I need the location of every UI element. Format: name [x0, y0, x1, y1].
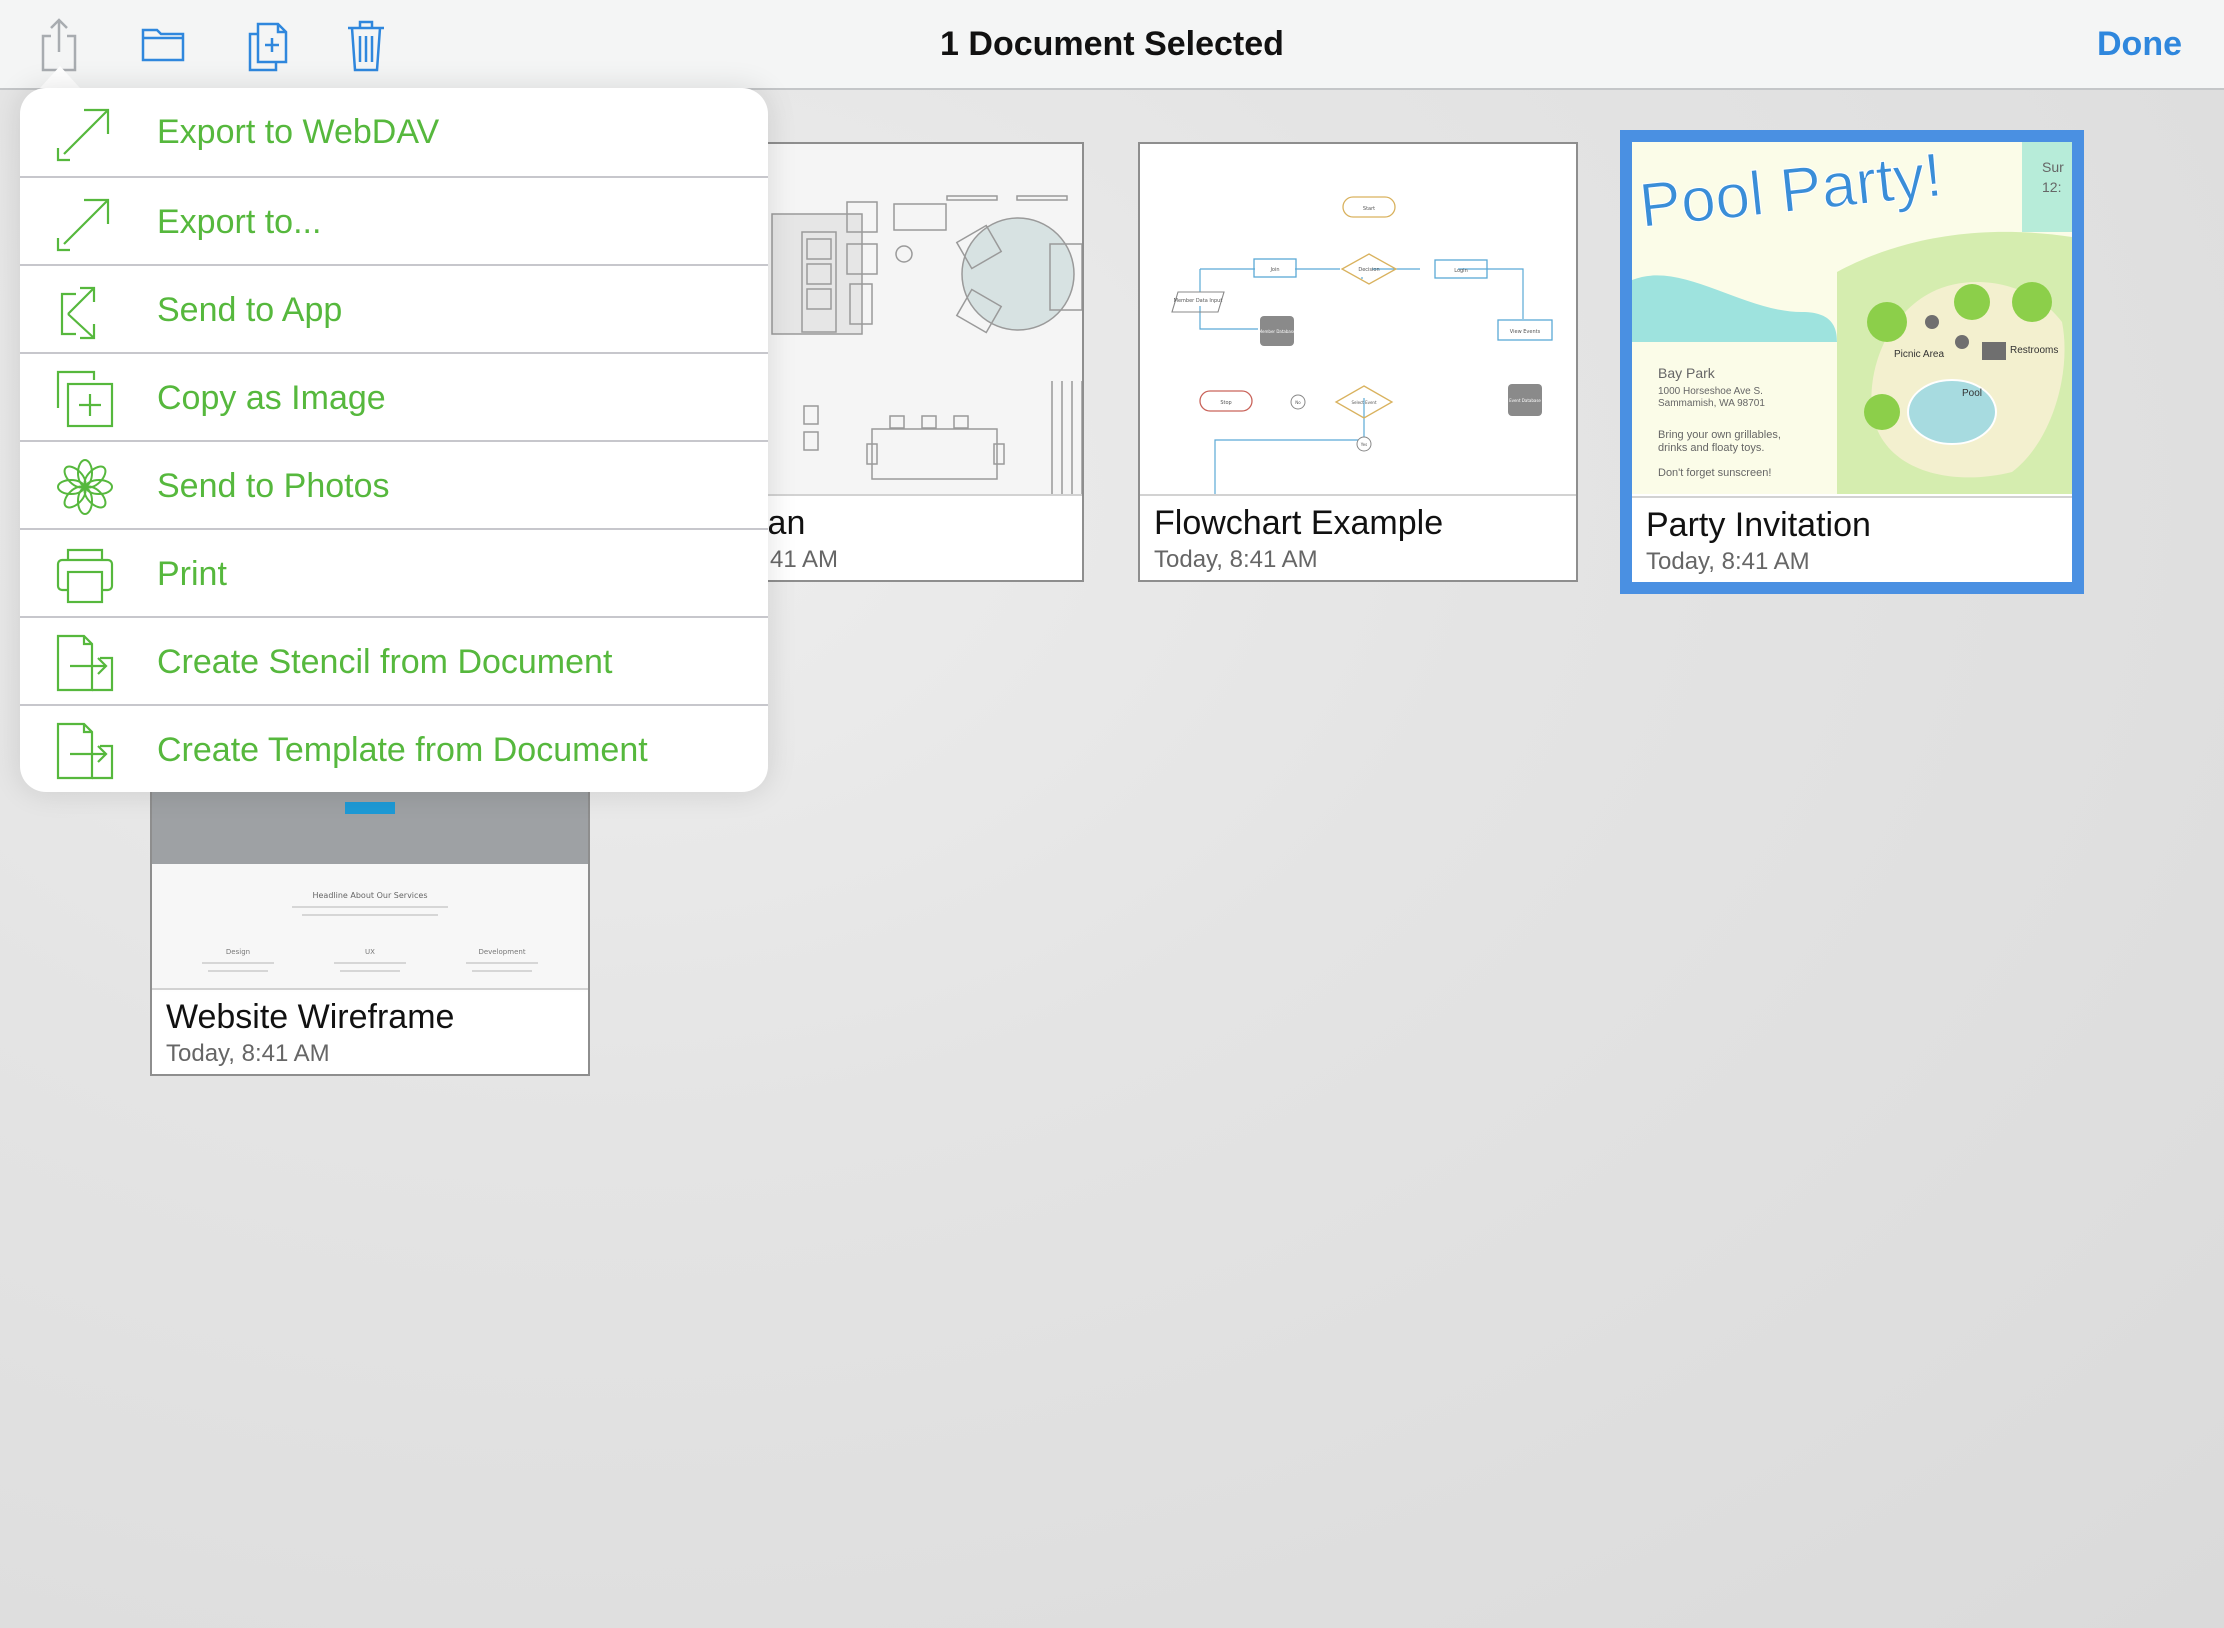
toolbar: 1 Document Selected Done [0, 0, 2224, 90]
export-arrow-icon [54, 102, 116, 164]
popover-arrow [40, 66, 80, 88]
invitation-corner-2: 12: [2042, 179, 2061, 195]
export-arrow-icon [54, 192, 116, 254]
share-menu-popover: Export to WebDAV Export to... Send to Ap… [20, 88, 768, 792]
menu-export-webdav[interactable]: Export to WebDAV [20, 88, 768, 176]
send-to-app-icon [54, 280, 116, 342]
flowchart-join-label: Join [1269, 267, 1279, 273]
menu-print[interactable]: Print [20, 530, 768, 618]
flowchart-member-input-label: Member Data Input [1174, 298, 1223, 304]
card-caption: Website Wireframe Today, 8:41 AM [152, 988, 588, 1074]
document-card-flowchart[interactable]: Start Join Decision Login Member Data In… [1138, 142, 1578, 582]
invitation-address-1: 1000 Horseshoe Ave S. [1658, 386, 1763, 397]
printer-icon [54, 544, 116, 606]
card-caption: Party Invitation Today, 8:41 AM [1632, 496, 2072, 582]
flowchart-stop-label: Stop [1220, 400, 1231, 406]
document-date: Today, 8:41 AM [1646, 548, 1810, 575]
flowchart-yes-label: Yes [1360, 442, 1367, 447]
document-name: Party Invitation [1646, 506, 1871, 544]
menu-create-stencil[interactable]: Create Stencil from Document [20, 618, 768, 706]
flowchart-member-db-label: Member Database [1259, 329, 1296, 334]
flowchart-start-label: Start [1363, 206, 1375, 212]
invitation-map-pool: Pool [1962, 388, 1982, 399]
menu-export-to[interactable]: Export to... [20, 178, 768, 266]
flowchart-event-db-label: Event Database [1509, 398, 1541, 403]
flowchart-no-label: No [1295, 400, 1301, 405]
invitation-venue: Bay Park [1658, 365, 1716, 381]
card-caption: Flowchart Example Today, 8:41 AM [1140, 494, 1576, 580]
menu-item-label: Create Template from Document [157, 731, 648, 769]
menu-send-to-photos[interactable]: Send to Photos [20, 442, 768, 530]
wireframe-col-2: UX [365, 948, 375, 956]
menu-item-label: Create Stencil from Document [157, 643, 613, 681]
menu-item-label: Copy as Image [157, 379, 386, 417]
flowchart-decision-label: Decision [1358, 267, 1379, 273]
document-date: Today, 8:41 AM [166, 1040, 330, 1067]
invitation-map-restrooms: Restrooms [2010, 345, 2058, 356]
document-name: Flowchart Example [1154, 504, 1444, 542]
flowchart-login-label: Login [1454, 268, 1468, 274]
wireframe-col-3: Development [478, 948, 525, 956]
menu-item-label: Send to App [157, 291, 343, 329]
menu-send-to-app[interactable]: Send to App [20, 266, 768, 354]
menu-copy-as-image[interactable]: Copy as Image [20, 354, 768, 442]
flowchart-thumbnail: Start Join Decision Login Member Data In… [1140, 144, 1576, 496]
menu-item-label: Print [157, 555, 227, 593]
invitation-address-2: Sammamish, WA 98701 [1658, 398, 1765, 409]
party-invitation-thumbnail: Pool Party! Sur 12: Bay Park 1000 Horses… [1632, 142, 2072, 494]
invitation-note-1: Bring your own grillables, [1658, 429, 1781, 441]
create-template-icon [54, 720, 116, 782]
document-name: Website Wireframe [166, 998, 455, 1036]
done-button[interactable]: Done [2097, 0, 2182, 88]
wireframe-heading: Headline About Our Services [312, 891, 427, 900]
document-date: 41 AM [770, 546, 839, 573]
invitation-note-2: drinks and floaty toys. [1658, 442, 1764, 454]
menu-item-label: Send to Photos [157, 467, 390, 505]
invitation-map-picnic: Picnic Area [1894, 349, 1944, 360]
copy-image-icon [54, 368, 116, 430]
menu-item-label: Export to WebDAV [157, 113, 440, 151]
photos-flower-icon [54, 456, 116, 518]
document-date: Today, 8:41 AM [1154, 546, 1318, 573]
create-stencil-icon [54, 632, 116, 694]
flowchart-select-event-label: Select Event [1351, 400, 1377, 405]
flowchart-view-events-label: View Events [1510, 329, 1541, 335]
page-title: 1 Document Selected [940, 25, 1284, 63]
menu-item-label: Export to... [157, 203, 322, 241]
menu-create-template[interactable]: Create Template from Document [20, 706, 768, 792]
invitation-note-3: Don't forget sunscreen! [1658, 467, 1771, 479]
document-card-party-invitation[interactable]: Pool Party! Sur 12: Bay Park 1000 Horses… [1620, 130, 2084, 594]
invitation-corner-1: Sur [2042, 159, 2064, 175]
wireframe-col-1: Design [226, 948, 250, 956]
